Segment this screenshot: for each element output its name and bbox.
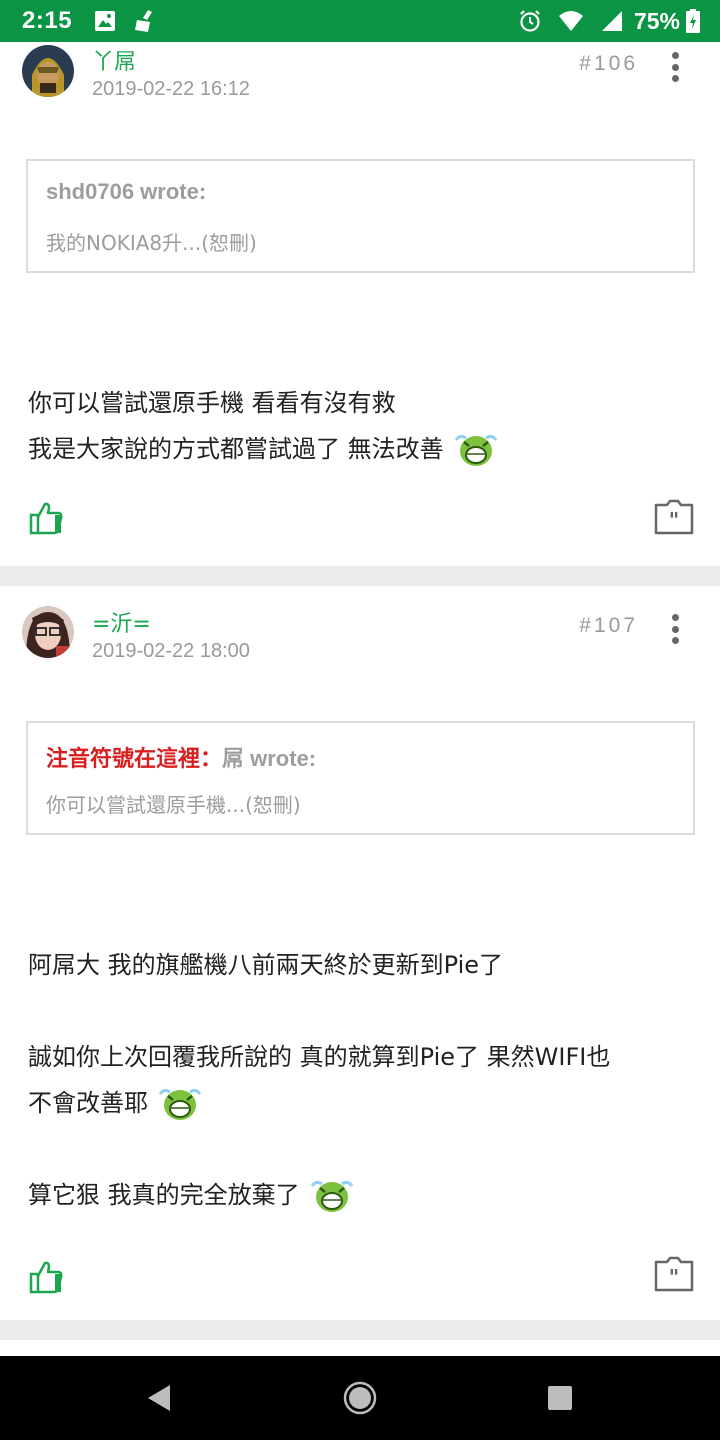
back-icon[interactable] xyxy=(140,1380,176,1416)
username[interactable]: 丫屌 xyxy=(92,44,136,76)
avatar[interactable] xyxy=(22,45,74,97)
post-content: 阿屌大 我的旗艦機八前兩天終於更新到Pie了 誠如你上次回覆我所說的 真的就算到… xyxy=(28,942,698,1218)
post-card: =沂= 2019-02-22 18:00 #107 注音符號在這裡：屌 wrot… xyxy=(0,586,720,1320)
wifi-icon xyxy=(558,10,584,32)
timestamp: 2019-02-22 16:12 xyxy=(92,78,250,100)
image-icon xyxy=(94,10,116,32)
more-options-icon[interactable] xyxy=(668,614,682,644)
avatar[interactable] xyxy=(22,606,74,658)
content-line: 不會改善耶 xyxy=(28,1080,698,1126)
status-bar: 2:15 75% xyxy=(0,0,720,42)
quote-body: 你可以嘗試還原手機...(恕刪) xyxy=(46,793,301,817)
quote-reply-icon[interactable]: " xyxy=(654,499,694,535)
laughing-emoji-icon xyxy=(310,1178,354,1214)
content-line: 我是大家說的方式都嘗試過了 無法改善 xyxy=(28,426,698,472)
signal-icon xyxy=(600,9,624,33)
battery-percent: 75% xyxy=(633,7,680,34)
quote-reply-icon[interactable]: " xyxy=(654,1256,694,1292)
home-icon[interactable] xyxy=(342,1380,378,1416)
laughing-emoji-icon xyxy=(158,1086,202,1122)
quote-author: shd0706 wrote: xyxy=(46,179,207,204)
content-line: 算它狠 我真的完全放棄了 xyxy=(28,1172,698,1218)
battery-charging-icon xyxy=(686,9,700,33)
content-line: 你可以嘗試還原手機 看看有沒有救 xyxy=(28,389,396,417)
alarm-icon xyxy=(518,9,542,33)
broom-icon xyxy=(132,8,158,34)
laughing-emoji-icon xyxy=(454,432,498,468)
status-time: 2:15 xyxy=(22,7,73,34)
more-options-icon[interactable] xyxy=(668,52,682,82)
username[interactable]: =沂= xyxy=(92,606,151,638)
svg-text:": " xyxy=(669,1265,679,1289)
post-card-partial xyxy=(0,1340,720,1356)
floor-number: #106 xyxy=(579,52,638,75)
like-icon[interactable] xyxy=(28,501,64,535)
recents-icon[interactable] xyxy=(542,1380,578,1416)
quote-block: 注音符號在這裡：屌 wrote: 你可以嘗試還原手機...(恕刪) xyxy=(26,721,695,835)
content-line: 誠如你上次回覆我所說的 真的就算到Pie了 果然WIFI也 xyxy=(28,1043,611,1071)
post-content: 你可以嘗試還原手機 看看有沒有救 我是大家說的方式都嘗試過了 無法改善 xyxy=(28,380,698,472)
quote-block: shd0706 wrote: 我的NOKIA8升...(恕刪) xyxy=(26,159,695,273)
floor-number: #107 xyxy=(579,614,638,637)
quote-author: 注音符號在這裡：屌 wrote: xyxy=(46,746,317,771)
like-icon[interactable] xyxy=(28,1260,64,1294)
post-card: 丫屌 2019-02-22 16:12 #106 shd0706 wrote: … xyxy=(0,42,720,566)
navigation-bar xyxy=(0,1356,720,1440)
svg-text:": " xyxy=(669,508,679,532)
quote-body: 我的NOKIA8升...(恕刪) xyxy=(46,231,257,255)
content-line: 阿屌大 我的旗艦機八前兩天終於更新到Pie了 xyxy=(28,951,504,979)
timestamp: 2019-02-22 18:00 xyxy=(92,640,250,662)
